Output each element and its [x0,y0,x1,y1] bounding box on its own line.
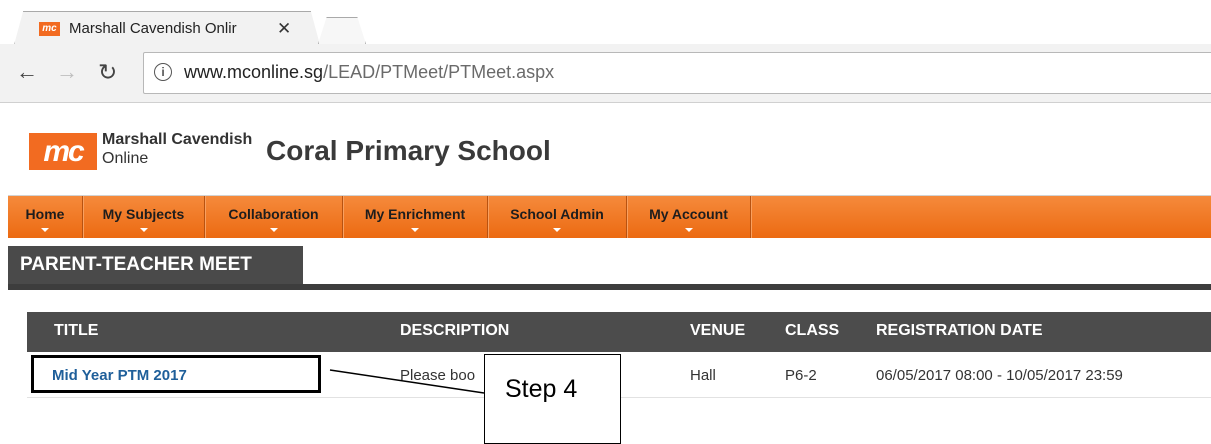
step-callout-text: Step 4 [505,375,578,403]
step-callout: Step 4 [484,354,621,444]
